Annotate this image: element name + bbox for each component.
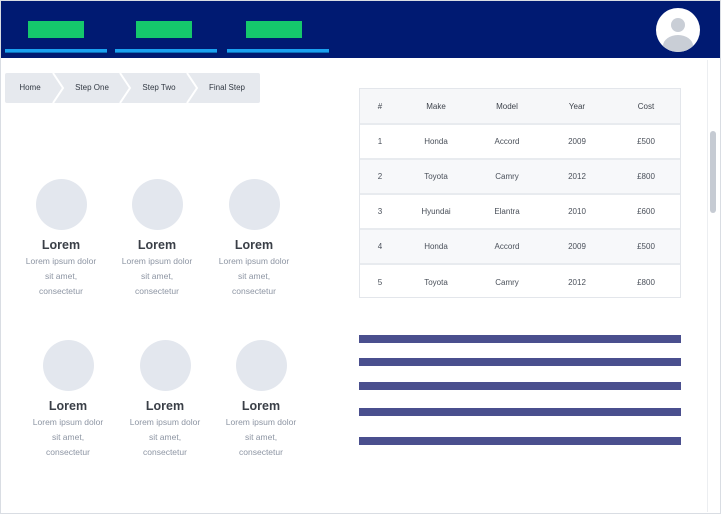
table-row: 4 Honda Accord 2009 £500 xyxy=(360,229,680,264)
table-cell: Honda xyxy=(424,242,448,251)
feature-title: Lorem xyxy=(234,238,274,252)
table-cell: 2012 xyxy=(568,277,586,287)
table-cell: Camry xyxy=(495,172,519,181)
table-cell: 5 xyxy=(377,277,383,287)
table-row: 1 Honda Accord 2009 £500 xyxy=(360,124,680,159)
feature-text: Lorem ipsum dolor sit amet, consectetur xyxy=(25,256,97,296)
breadcrumb-item-final-step[interactable]: Final Step xyxy=(197,73,257,103)
feature-text: Lorem ipsum dolor sit amet, consectetur xyxy=(121,256,193,296)
table-cell: Accord xyxy=(494,137,520,146)
feature-image-placeholder xyxy=(131,179,183,230)
nav-item-1-placeholder xyxy=(28,21,84,38)
table-cell: 4 xyxy=(377,242,383,251)
feature-title: Lorem xyxy=(41,238,81,252)
text-line-placeholder xyxy=(359,335,681,343)
column-header: Year xyxy=(568,101,586,111)
feature-text: Lorem ipsum dolor sit amet, consectetur xyxy=(32,417,104,457)
text-line-placeholder xyxy=(359,358,681,366)
nav-item-2-placeholder xyxy=(136,21,192,38)
table-row: 2 Toyota Camry 2012 £800 xyxy=(360,159,680,194)
feature-card: Lorem Lorem ipsum dolor sit amet, consecte… xyxy=(114,179,200,299)
table-cell: 2009 xyxy=(568,137,586,146)
feature-image-placeholder xyxy=(228,179,280,230)
feature-text: Lorem ipsum dolor sit amet, consectetur xyxy=(218,256,290,296)
feature-text: Lorem ipsum dolor sit amet, consectetur xyxy=(225,417,297,457)
feature-title: Lorem xyxy=(241,399,281,413)
breadcrumb: Home Step One Step Two Final Step xyxy=(5,73,260,103)
table-row: 3 Hyundai Elantra 2010 £600 xyxy=(360,194,680,229)
table-cell: £600 xyxy=(637,207,655,216)
nav-item-3[interactable] xyxy=(227,1,329,58)
table-cell: Toyota xyxy=(424,277,448,287)
breadcrumb-item-step-one[interactable]: Step One xyxy=(63,73,121,103)
table-header-row: # Make Model Year Cost xyxy=(360,89,680,124)
feature-image-placeholder xyxy=(42,340,94,391)
avatar-head xyxy=(671,18,685,32)
feature-title: Lorem xyxy=(145,399,185,413)
feature-title: Lorem xyxy=(137,238,177,252)
feature-image-placeholder xyxy=(235,340,287,391)
nav-item-1[interactable] xyxy=(5,1,107,58)
table-cell: Accord xyxy=(494,242,520,251)
table-cell: £800 xyxy=(637,277,655,287)
table-cell: Camry xyxy=(495,277,519,287)
vertical-scrollbar[interactable] xyxy=(707,60,719,512)
breadcrumb-item-step-two[interactable]: Step Two xyxy=(130,73,188,103)
feature-image-placeholder xyxy=(139,340,191,391)
feature-card: Lorem Lorem ipsum dolor sit amet, consecte… xyxy=(18,179,104,299)
user-avatar-icon[interactable] xyxy=(656,8,700,52)
table-cell: 2012 xyxy=(568,172,586,181)
table-cell: Honda xyxy=(424,137,448,146)
nav-item-2[interactable] xyxy=(115,1,217,58)
table-row: 5 Toyota Camry 2012 £800 xyxy=(360,264,680,297)
feature-card: Lorem Lorem ipsum dolor sit amet, consecte… xyxy=(25,340,111,460)
nav-item-3-underline xyxy=(227,49,329,53)
feature-image-placeholder xyxy=(35,179,87,230)
table-cell: 1 xyxy=(377,137,383,146)
scrollbar-thumb[interactable] xyxy=(710,131,716,213)
table-cell: £800 xyxy=(637,172,655,181)
column-header: Cost xyxy=(637,101,655,111)
feature-card: Lorem Lorem ipsum dolor sit amet, consecte… xyxy=(211,179,297,299)
table-cell: 3 xyxy=(377,207,383,216)
feature-card: Lorem Lorem ipsum dolor sit amet, consecte… xyxy=(122,340,208,460)
feature-text: Lorem ipsum dolor sit amet, consectetur xyxy=(129,417,201,457)
avatar-body xyxy=(663,35,693,52)
text-line-placeholder xyxy=(359,382,681,390)
column-header: # xyxy=(377,101,383,111)
text-line-placeholder xyxy=(359,408,681,416)
column-header: Model xyxy=(496,101,518,111)
table-cell: 2 xyxy=(377,172,383,181)
text-line-placeholder xyxy=(359,437,681,445)
table-cell: Hyundai xyxy=(421,207,451,216)
nav-item-2-underline xyxy=(115,49,217,53)
table-cell: Elantra xyxy=(494,207,520,216)
top-navbar xyxy=(1,1,720,58)
feature-title: Lorem xyxy=(48,399,88,413)
table-cell: 2010 xyxy=(568,207,586,216)
breadcrumb-item-home[interactable]: Home xyxy=(5,73,55,103)
column-header: Make xyxy=(426,101,446,111)
nav-item-3-placeholder xyxy=(246,21,302,38)
table-cell: £500 xyxy=(637,242,655,251)
feature-card: Lorem Lorem ipsum dolor sit amet, consecte… xyxy=(218,340,304,460)
nav-item-1-underline xyxy=(5,49,107,53)
table-cell: 2009 xyxy=(568,242,586,251)
table-cell: £500 xyxy=(637,137,655,146)
cars-table: # Make Model Year Cost 1 Honda Accord 20… xyxy=(359,88,681,298)
table-cell: Toyota xyxy=(424,172,448,181)
